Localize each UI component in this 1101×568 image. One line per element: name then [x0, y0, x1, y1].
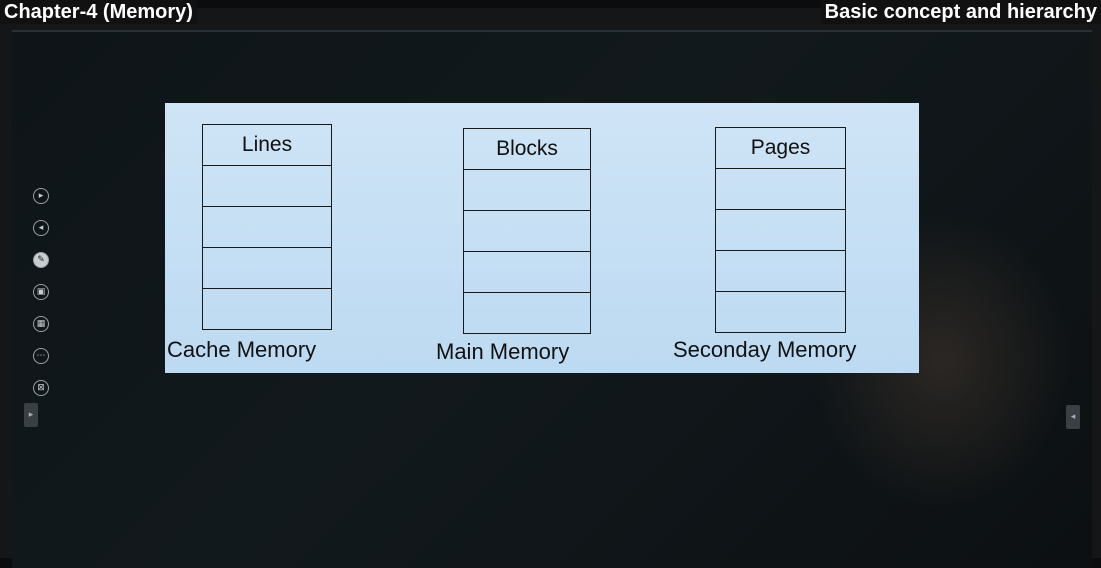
- topic-caption: Basic concept and hierarchy: [820, 0, 1101, 24]
- exit-icon[interactable]: ⊠: [33, 380, 49, 396]
- right-expand-tab[interactable]: ◂: [1066, 405, 1080, 429]
- left-expand-tab[interactable]: ▸: [24, 403, 38, 427]
- stack-row: [716, 210, 845, 251]
- secondary-memory-stack: Pages: [715, 127, 846, 333]
- next-icon[interactable]: ▸: [33, 188, 49, 204]
- main-memory-label: Main Memory: [436, 339, 570, 364]
- presentation-slide: Lines Cache Memory Blocks Main Memory Pa…: [165, 103, 919, 373]
- stack-header-blocks: Blocks: [464, 129, 590, 170]
- main-memory-stack: Blocks: [463, 128, 591, 334]
- cache-memory-stack: Lines: [202, 124, 332, 330]
- stack-row: [716, 251, 845, 292]
- stack-row: [203, 166, 331, 207]
- stack-row: [203, 248, 331, 289]
- presenter-toolbar: ▸ ◂ ✎ ▣ ▦ ⋯ ⊠: [30, 188, 52, 412]
- stack-row: [464, 170, 590, 211]
- chapter-caption: Chapter-4 (Memory): [0, 0, 197, 24]
- previous-icon[interactable]: ◂: [33, 220, 49, 236]
- stack-row: [464, 211, 590, 252]
- stack-row: [203, 207, 331, 248]
- secondary-memory-label: Seconday Memory: [673, 337, 857, 362]
- stack-header-pages: Pages: [716, 128, 845, 169]
- stack-header-lines: Lines: [203, 125, 331, 166]
- gallery-icon[interactable]: ▦: [33, 316, 49, 332]
- stack-row: [716, 292, 845, 333]
- pages-icon[interactable]: ▣: [33, 284, 49, 300]
- cache-memory-label: Cache Memory: [167, 337, 317, 362]
- stack-row: [203, 289, 331, 330]
- stack-row: [464, 293, 590, 334]
- more-icon[interactable]: ⋯: [33, 348, 49, 364]
- pen-icon[interactable]: ✎: [33, 252, 49, 268]
- stack-row: [464, 252, 590, 293]
- stack-row: [716, 169, 845, 210]
